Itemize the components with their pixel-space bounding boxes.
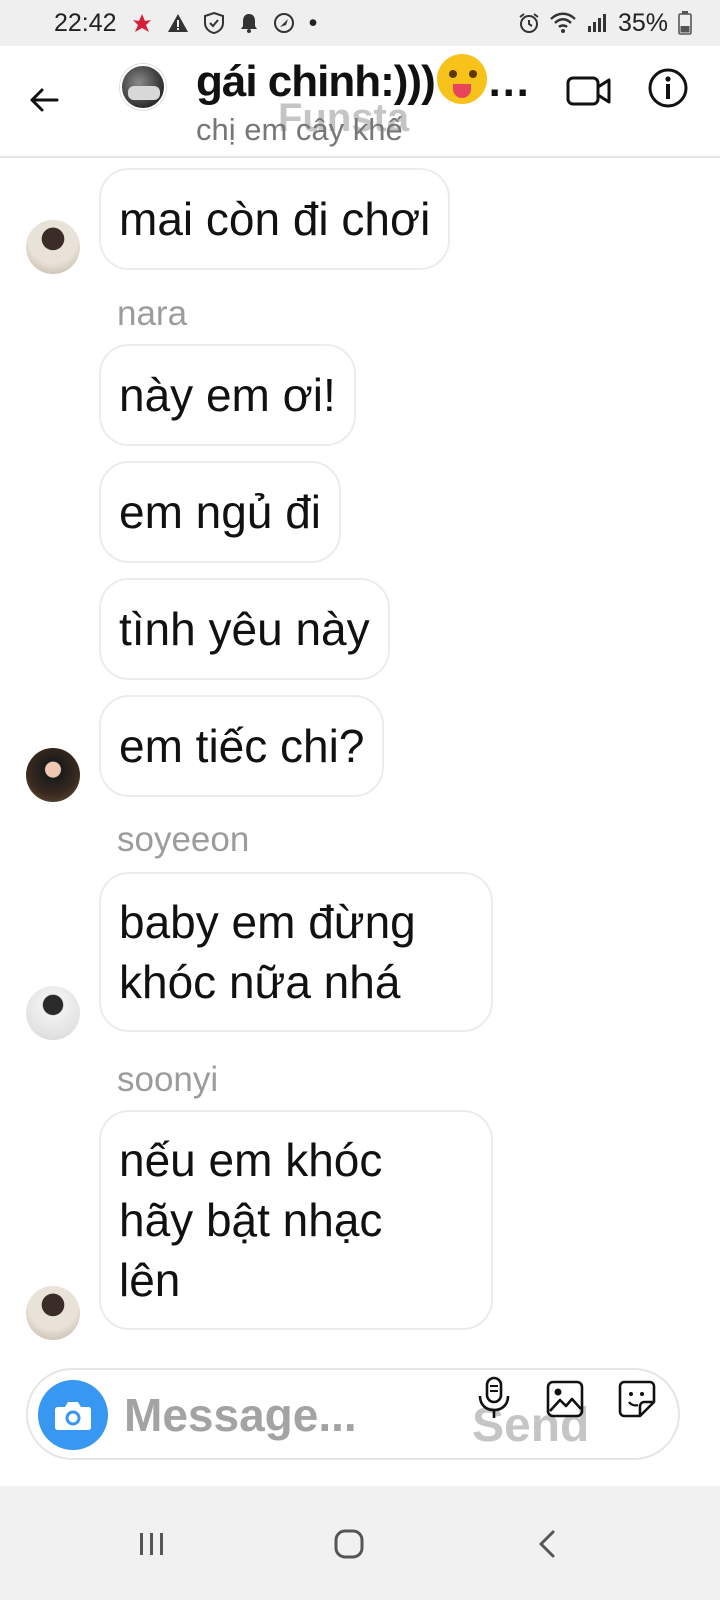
message-line: khóc nữa nhá: [119, 956, 401, 1008]
image-icon: [546, 1380, 584, 1418]
microphone-icon: [478, 1376, 510, 1418]
message-input[interactable]: [124, 1384, 454, 1446]
message-bubble[interactable]: tình yêu này: [99, 578, 390, 680]
message-bubble[interactable]: nếu em khóc hãy bật nhạc lên: [99, 1110, 493, 1330]
message-bubble[interactable]: em tiếc chi?: [99, 695, 385, 797]
chat-title-text: gái chinh:))): [196, 57, 436, 106]
chat-subtitle: chị em cây khế: [196, 112, 403, 147]
message-line: lên: [119, 1254, 181, 1306]
shield-icon: [203, 11, 225, 35]
alarm-icon: [518, 12, 540, 34]
group-avatar[interactable]: [120, 64, 166, 110]
system-navigation-bar: [0, 1486, 720, 1600]
message-bubble[interactable]: này em ơi!: [99, 344, 356, 446]
message-bubble[interactable]: baby em đừng khóc nữa nhá: [99, 872, 493, 1032]
wifi-icon: [550, 12, 576, 34]
title-ellipsis: …: [486, 57, 531, 106]
status-dot: •: [308, 8, 318, 37]
status-time: 22:42: [54, 8, 117, 37]
message-bubble[interactable]: em ngủ đi: [99, 461, 342, 563]
sender-name: nara: [117, 294, 188, 333]
sender-name: soonyi: [117, 1060, 219, 1099]
status-bar: 22:42 • 35%: [0, 0, 720, 46]
warning-icon: [167, 12, 189, 34]
sender-name: soyeeon: [117, 820, 250, 859]
info-button[interactable]: [646, 66, 690, 110]
gallery-button[interactable]: [546, 1380, 584, 1418]
message-line: nếu em khóc: [119, 1134, 383, 1186]
message-line: baby em đừng: [119, 896, 416, 948]
chevron-left-icon: [539, 1530, 555, 1558]
recent-apps-button[interactable]: [130, 1522, 174, 1566]
video-camera-icon: [566, 76, 611, 106]
back-nav-button[interactable]: [525, 1522, 569, 1566]
tongue-emoji-icon: [436, 54, 487, 104]
vpn-icon: [273, 12, 295, 34]
message-line: hãy bật nhạc: [119, 1194, 383, 1246]
chat-title[interactable]: gái chinh:))) …: [196, 54, 531, 107]
battery-percent: 35%: [617, 8, 668, 37]
recent-apps-icon: [140, 1533, 163, 1555]
app-notification-icon: [131, 12, 153, 34]
message-bubble[interactable]: mai còn đi chơi: [99, 168, 451, 270]
camera-button[interactable]: [38, 1380, 108, 1450]
signal-icon: [586, 12, 608, 34]
back-arrow-icon: [30, 88, 59, 112]
camera-icon: [55, 1402, 91, 1430]
message-composer: Send: [26, 1368, 680, 1460]
back-button[interactable]: [22, 78, 66, 122]
home-icon: [334, 1529, 364, 1559]
bell-icon: [239, 12, 259, 34]
voice-message-button[interactable]: [476, 1376, 512, 1420]
video-call-button[interactable]: [566, 68, 612, 114]
battery-icon: [678, 11, 692, 35]
info-icon: [648, 68, 688, 108]
sender-avatar[interactable]: [26, 986, 80, 1040]
sticker-button[interactable]: [618, 1380, 656, 1418]
sender-avatar[interactable]: [26, 748, 80, 802]
chat-header: Funsta gái chinh:)))… chị em cây khế: [0, 46, 720, 158]
sticker-icon: [618, 1380, 656, 1418]
home-button[interactable]: [327, 1522, 371, 1566]
sender-avatar[interactable]: [26, 220, 80, 274]
sender-avatar[interactable]: [26, 1286, 80, 1340]
